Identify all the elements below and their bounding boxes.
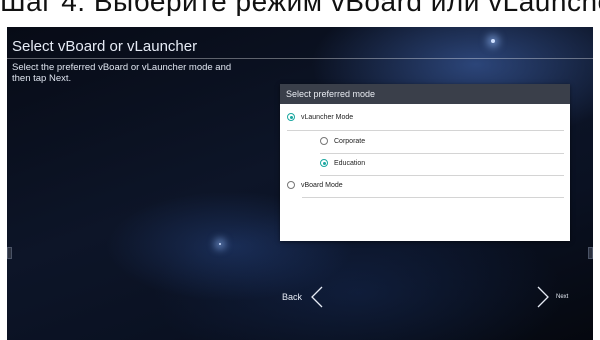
divider: [302, 197, 564, 198]
setup-screen: Select vBoard or vLauncher Select the pr…: [7, 27, 593, 340]
chevron-right-icon: [537, 286, 549, 308]
left-edge-tab[interactable]: [7, 247, 12, 259]
radio-selected-icon[interactable]: [287, 113, 295, 121]
option-vlauncher-mode[interactable]: vLauncher Mode: [287, 113, 353, 121]
option-label: Corporate: [334, 137, 366, 145]
page-description: Select the preferred vBoard or vLauncher…: [12, 62, 232, 84]
option-label: vLauncher Mode: [301, 113, 354, 121]
radio-unselected-icon[interactable]: [320, 137, 328, 145]
dialog-title: Select preferred mode: [280, 84, 570, 104]
next-button[interactable]: Next: [537, 286, 568, 308]
option-education[interactable]: Education: [320, 159, 365, 167]
chevron-left-icon: [311, 286, 323, 308]
option-corporate[interactable]: Corporate: [320, 137, 365, 145]
next-label: Next: [556, 294, 569, 300]
option-label: vBoard Mode: [301, 181, 343, 189]
page-title: Select vBoard or vLauncher: [12, 38, 198, 55]
light-flare: [491, 39, 495, 43]
radio-unselected-icon[interactable]: [287, 181, 295, 189]
mode-dialog: Select preferred mode vLauncher Mode Cor…: [280, 84, 570, 241]
option-label: Education: [334, 159, 366, 167]
radio-selected-icon[interactable]: [320, 159, 328, 167]
divider: [287, 130, 564, 131]
back-label: Back: [282, 292, 303, 302]
right-edge-tab[interactable]: [588, 247, 593, 259]
divider: [320, 175, 564, 176]
page-caption: Шаг 4. Выберите режим vBoard или vLaunch…: [0, 0, 600, 16]
option-vboard-mode[interactable]: vBoard Mode: [287, 181, 343, 189]
header-divider: [7, 58, 593, 59]
light-flare: [219, 243, 221, 245]
back-button[interactable]: Back: [282, 286, 323, 308]
divider: [320, 153, 564, 154]
